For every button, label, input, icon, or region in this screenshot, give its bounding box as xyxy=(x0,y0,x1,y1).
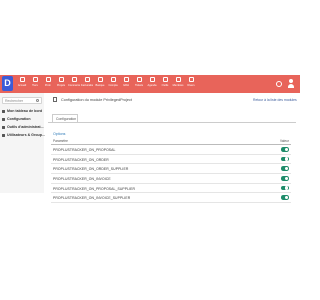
menu-item-agenda[interactable]: Agenda xyxy=(146,77,158,91)
menu-item-misc[interactable]: Divers xyxy=(185,77,197,91)
help-icon[interactable] xyxy=(276,81,282,87)
tab-label: Configuration xyxy=(56,117,77,121)
menu-item-label: Accueil xyxy=(17,84,27,87)
sidebar-item-dashboard[interactable]: Mon tableau de bord xyxy=(2,109,44,115)
calculator-icon xyxy=(110,77,116,82)
toggle-on-icon[interactable] xyxy=(281,156,289,162)
grid-icon xyxy=(188,77,194,82)
table-row: PROPLUSTRACKER_ON_ORDER_SUPPLIER xyxy=(51,164,291,175)
sidebar-item-configuration[interactable]: Configuration xyxy=(2,117,44,123)
ticket-icon xyxy=(136,77,142,82)
bank-icon xyxy=(97,77,103,82)
module-icon xyxy=(53,97,57,102)
menu-item-label: Facturation xyxy=(81,84,93,87)
options-table: Paramètre Valeur PROPLUSTRACKER_ON_PROPO… xyxy=(51,139,291,204)
search-placeholder: Rechercher xyxy=(5,99,24,103)
menu-item-label: Compta xyxy=(108,84,118,87)
toggle-on-icon[interactable] xyxy=(281,166,289,171)
header-parameter: Paramètre xyxy=(53,139,68,143)
toggle-on-icon[interactable] xyxy=(281,176,289,181)
parameter-name: PROPLUSTRACKER_ON_ORDER xyxy=(53,157,109,162)
toggle-on-icon[interactable] xyxy=(281,195,289,201)
table-row: PROPLUSTRACKER_ON_PROPOSAL xyxy=(51,145,291,155)
tab-divider xyxy=(48,122,296,123)
user-icon[interactable] xyxy=(288,79,294,88)
sidebar-item-label: Configuration xyxy=(7,117,31,121)
invoice-icon xyxy=(84,77,90,82)
sidebar-item-admin-tools[interactable]: Outils d'administrat... xyxy=(2,125,44,131)
menu-item-label: Agenda xyxy=(147,84,157,87)
parameter-name: PROPLUSTRACKER_ON_ORDER_SUPPLIER xyxy=(53,167,129,172)
parameter-name: PROPLUSTRACKER_ON_PROPOSAL xyxy=(53,148,116,152)
menu-item-bank[interactable]: Banque xyxy=(94,77,106,91)
menu-item-tools[interactable]: Outils xyxy=(159,77,171,91)
parameter-name: PROPLUSTRACKER_ON_INVOICE_SUPPLIER xyxy=(53,196,131,201)
menu-item-commerce[interactable]: Commerce xyxy=(68,77,80,91)
left-sidebar: Rechercher Mon tableau de bord Configura… xyxy=(0,93,45,193)
menu-item-label: Projets xyxy=(56,84,66,87)
section-title: Options xyxy=(53,132,66,136)
calendar-icon xyxy=(149,77,155,82)
app-logo[interactable]: D xyxy=(2,76,13,91)
table-row: PROPLUSTRACKER_ON_INVOICE xyxy=(51,174,291,184)
tools-icon xyxy=(2,126,5,129)
toggle-on-icon[interactable] xyxy=(281,185,289,191)
menu-item-tickets[interactable]: Tickets xyxy=(133,77,145,91)
building-icon xyxy=(32,77,38,82)
dashboard-icon xyxy=(2,110,5,113)
gear-icon xyxy=(2,118,5,121)
menu-item-projects[interactable]: Projets xyxy=(55,77,67,91)
toggle-on-icon[interactable] xyxy=(281,147,289,152)
parameter-name: PROPLUSTRACKER_ON_INVOICE xyxy=(53,177,111,182)
member-icon xyxy=(175,77,181,82)
sidebar-item-label: Mon tableau de bord xyxy=(7,109,43,113)
parameter-name: PROPLUSTRACKER_ON_PROPOSAL_SUPPLIER xyxy=(53,186,136,191)
table-row: PROPLUSTRACKER_ON_INVOICE_SUPPLIER xyxy=(51,193,291,204)
menu-item-label: Outils xyxy=(161,84,169,87)
menu-item-label: Tickets xyxy=(134,84,144,87)
back-to-modules-link[interactable]: Retour à la liste des modules xyxy=(253,98,297,102)
search-icon[interactable] xyxy=(36,99,39,102)
sidebar-item-label: Utilisateurs & Group... xyxy=(7,133,45,137)
menu-item-accounting[interactable]: Compta xyxy=(107,77,119,91)
header-value: Valeur xyxy=(280,139,289,143)
briefcase-icon xyxy=(71,77,77,82)
menu-item-label: Divers xyxy=(187,84,195,87)
menu-item-hr[interactable]: GRH xyxy=(120,77,132,91)
menu-item-billing[interactable]: Facturation xyxy=(81,77,93,91)
sidebar-item-users-groups[interactable]: Utilisateurs & Group... xyxy=(2,133,45,139)
menu-item-label: GRH xyxy=(123,84,129,87)
search-input[interactable]: Rechercher xyxy=(2,97,42,104)
home-icon xyxy=(19,77,25,82)
box-icon xyxy=(45,77,51,82)
menu-item-label: Tiers xyxy=(32,84,38,87)
menu-item-members[interactable]: Membres xyxy=(172,77,184,91)
menu-item-label: Membres xyxy=(172,84,184,87)
menu-item-home[interactable]: Accueil xyxy=(16,77,28,91)
menu-item-label: Banque xyxy=(95,84,105,87)
users-icon xyxy=(2,134,5,137)
page-title: Configuration du module PrivilegedProjec… xyxy=(61,98,132,102)
menu-item-label: Prod. xyxy=(44,84,52,87)
sidebar-item-label: Outils d'administrat... xyxy=(7,125,44,129)
menu-item-thirdparties[interactable]: Tiers xyxy=(29,77,41,91)
table-row: PROPLUSTRACKER_ON_PROPOSAL_SUPPLIER xyxy=(51,184,291,194)
table-row: PROPLUSTRACKER_ON_ORDER xyxy=(51,155,291,165)
project-icon xyxy=(58,77,64,82)
people-icon xyxy=(123,77,129,82)
wrench-icon xyxy=(162,77,168,82)
menu-item-label: Commerce xyxy=(68,84,80,87)
top-menu-bar: D Accueil Tiers Prod. Projets Commerce F… xyxy=(0,75,300,93)
menu-item-products[interactable]: Prod. xyxy=(42,77,54,91)
